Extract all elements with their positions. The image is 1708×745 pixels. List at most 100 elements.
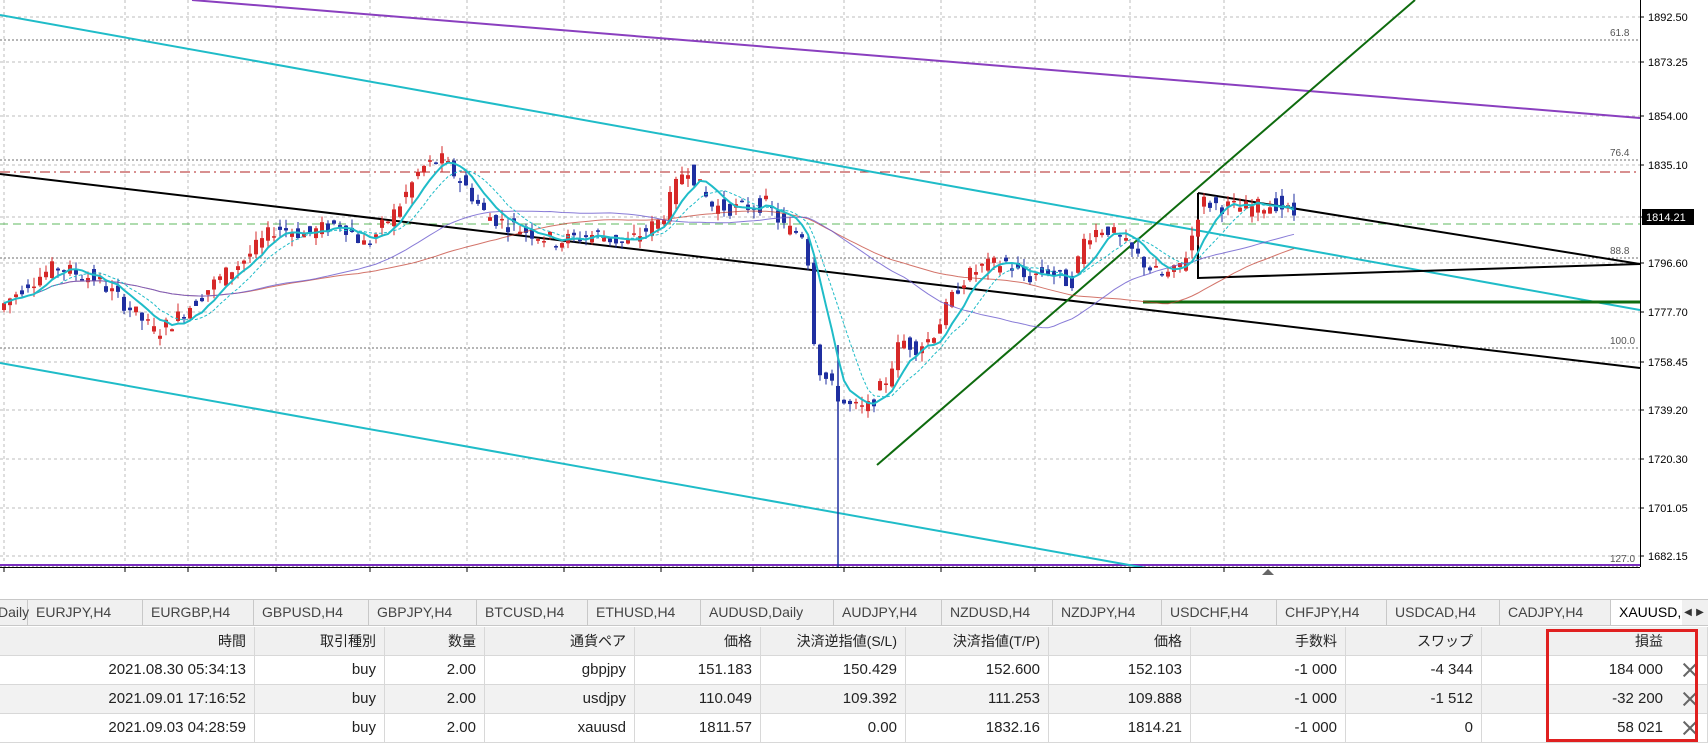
bear-candle — [842, 399, 846, 404]
column-header[interactable]: スワップ — [1346, 627, 1482, 655]
column-header[interactable]: 決済逆指値(S/L) — [761, 627, 906, 655]
shift-marker — [1262, 569, 1274, 575]
bull-candle — [1088, 240, 1092, 245]
chart-tab[interactable]: USDCAD,H4 — [1387, 600, 1500, 625]
chart-tab[interactable]: NZDJPY,H4 — [1053, 600, 1162, 625]
bear-candle — [332, 220, 336, 224]
fib-level-label: 127.0 — [1610, 554, 1635, 565]
column-header[interactable]: 数量 — [385, 627, 485, 655]
bull-candle — [86, 277, 90, 283]
bear-candle — [794, 230, 798, 233]
bull-candle — [206, 290, 210, 295]
bull-candle — [224, 267, 228, 286]
bear-candle — [824, 372, 828, 379]
bull-candle — [1124, 238, 1128, 241]
column-header[interactable]: 決済指値(T/P) — [906, 627, 1049, 655]
bull-candle — [944, 302, 948, 326]
green-trendline — [876, 0, 1416, 466]
table-cell: xauusd — [485, 714, 635, 742]
table-cell: 1811.57 — [635, 714, 761, 742]
bear-candle — [830, 373, 834, 381]
chart-tab[interactable]: CHFJPY,H4 — [1277, 600, 1387, 625]
chart-tab[interactable]: CADJPY,H4 — [1500, 600, 1611, 625]
bull-candle — [392, 209, 396, 227]
close-icon[interactable] — [1682, 720, 1698, 736]
chart-tab[interactable]: GBPUSD,H4 — [254, 600, 369, 625]
bull-candle — [860, 405, 864, 407]
bear-candle — [644, 228, 648, 232]
table-cell: -1 000 — [1191, 685, 1346, 713]
price-chart[interactable]: 61.8 76.4 88.8 100.0 127.0 1892.50 1873.25 185… — [0, 0, 1708, 575]
bull-candle — [986, 258, 990, 271]
column-header[interactable]: 通貨ペア — [485, 627, 635, 655]
chart-tab[interactable]: GBPJPY,H4 — [369, 600, 477, 625]
bull-candle — [686, 175, 690, 179]
bull-candle — [110, 288, 114, 292]
column-header[interactable]: 価格 — [635, 627, 761, 655]
bull-candle — [878, 381, 882, 391]
bear-candle — [956, 290, 960, 294]
column-header[interactable]: 価格 — [1049, 627, 1191, 655]
bear-candle — [1136, 248, 1140, 254]
table-row[interactable]: 2021.09.01 17:16:52 buy 2.00 usdjpy 110.049 1… — [0, 685, 1708, 714]
bear-candle — [740, 200, 744, 203]
fib-level-label: 100.0 — [1610, 336, 1635, 347]
column-header[interactable]: 手数料 — [1191, 627, 1346, 655]
column-header[interactable]: 時間 — [0, 627, 255, 655]
close-icon[interactable] — [1682, 691, 1698, 707]
chart-tab[interactable]: EURJPY,H4 — [28, 600, 143, 625]
price-tick-label: 1758.45 — [1648, 357, 1688, 369]
bear-candle — [614, 234, 618, 244]
table-cell: 58 021 — [1482, 714, 1708, 742]
bull-candle — [1238, 207, 1242, 212]
table-cell: 2021.09.01 17:16:52 — [0, 685, 255, 713]
bear-candle — [20, 290, 24, 295]
bull-candle — [884, 383, 888, 385]
column-header[interactable]: 取引種別 — [255, 627, 385, 655]
bull-candle — [932, 338, 936, 343]
bull-candle — [272, 236, 276, 238]
bear-candle — [800, 234, 804, 238]
chart-tab[interactable]: EURGBP,H4 — [143, 600, 254, 625]
bear-candle — [818, 344, 822, 376]
bull-candle — [662, 220, 666, 225]
current-price-label: 1814.21 — [1646, 212, 1686, 224]
bull-candle — [1094, 229, 1098, 238]
chart-tab[interactable]: AUDJPY,H4 — [834, 600, 942, 625]
price-tick-label: 1701.05 — [1648, 503, 1688, 515]
table-row[interactable]: 2021.08.30 05:34:13 buy 2.00 gbpjpy 151.183 1… — [0, 656, 1708, 685]
bear-candle — [572, 232, 576, 236]
chart-tab[interactable]: AUDUSD,Daily — [701, 600, 834, 625]
bear-candle — [1130, 242, 1134, 249]
chart-tab[interactable]: Daily — [0, 600, 29, 625]
chart-tab[interactable]: ETHUSD,H4 — [588, 600, 701, 625]
bull-candle — [14, 294, 18, 298]
bear-candle — [1040, 267, 1044, 273]
column-header[interactable]: 損益 — [1482, 627, 1708, 655]
bull-candle — [1034, 273, 1038, 276]
bull-candle — [602, 237, 606, 242]
bull-candle — [632, 233, 636, 235]
price-axis-bg — [1641, 0, 1708, 575]
price-tick-label: 1739.20 — [1648, 405, 1688, 417]
bear-candle — [1058, 270, 1062, 272]
table-row[interactable]: 2021.09.03 04:28:59 buy 2.00 xauusd 1811.57 0… — [0, 714, 1708, 743]
table-cell: 109.392 — [761, 685, 906, 713]
bull-candle — [896, 342, 900, 371]
bear-candle — [1142, 256, 1146, 268]
bull-candle — [854, 401, 858, 404]
close-icon[interactable] — [1682, 662, 1698, 678]
chart-tab[interactable]: BTCUSD,H4 — [477, 600, 588, 625]
bear-candle — [848, 400, 852, 405]
table-cell: 150.429 — [761, 656, 906, 684]
chart-tab[interactable]: NZDUSD,H4 — [942, 600, 1053, 625]
tab-scroll-buttons[interactable]: ◀ ▶ — [1682, 600, 1708, 625]
bear-candle — [368, 243, 372, 245]
bull-candle — [1112, 227, 1116, 233]
chart-tab[interactable]: USDCHF,H4 — [1162, 600, 1277, 625]
chevron-right-icon[interactable]: ▶ — [1694, 600, 1706, 625]
chart-drawings: 61.8 76.4 88.8 100.0 127.0 — [0, 0, 1640, 567]
table-cell: 152.600 — [906, 656, 1049, 684]
chevron-left-icon[interactable]: ◀ — [1682, 600, 1694, 625]
chart-tab-bar: Daily EURJPY,H4 EURGBP,H4 GBPUSD,H4 GBPJPY,H… — [0, 599, 1708, 626]
